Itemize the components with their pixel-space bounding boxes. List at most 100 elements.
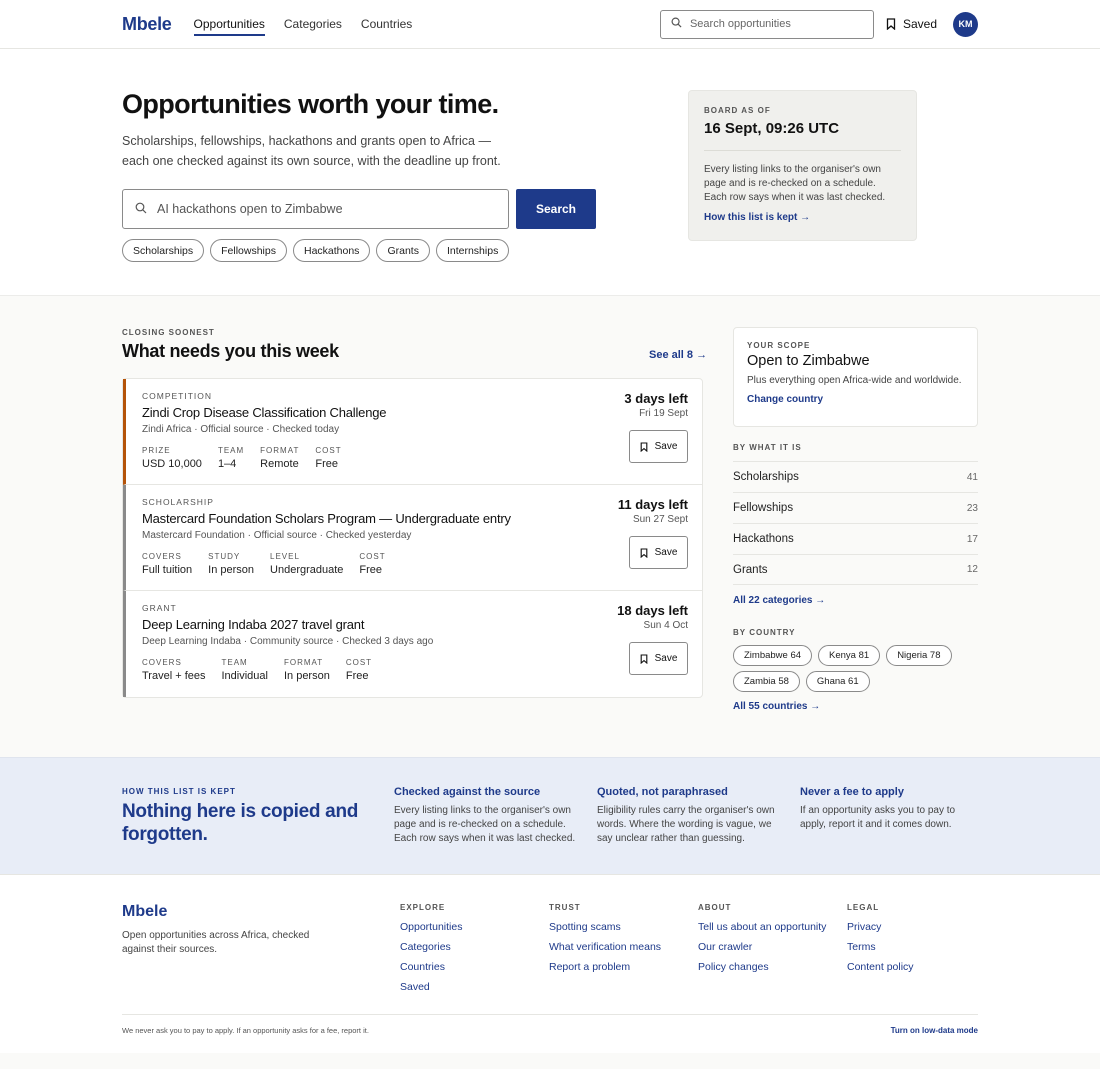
- hero-search-input[interactable]: AI hackathons open to Zimbabwe: [122, 189, 509, 229]
- chip-internships[interactable]: Internships: [435, 239, 510, 262]
- chip-country-zambia[interactable]: Zambia 58: [733, 671, 800, 692]
- card-type: GRANT: [142, 603, 177, 613]
- footer-link[interactable]: Saved: [400, 981, 462, 993]
- footer-desc: Open opportunities across Africa, checke…: [122, 930, 310, 955]
- opportunity-card[interactable]: COMPETITION Zindi Crop Disease Classific…: [123, 379, 702, 485]
- all-categories-link[interactable]: All 22 categories →: [733, 595, 825, 606]
- chip-country-ghana[interactable]: Ghana 61: [805, 671, 870, 692]
- opportunity-list: COMPETITION Zindi Crop Disease Classific…: [122, 378, 703, 698]
- footer-col-legal: LEGAL Privacy Terms Content policy: [847, 903, 914, 981]
- fact-key: COST: [315, 446, 342, 455]
- bookmark-icon: [640, 441, 647, 452]
- trust-column-title: Never a fee to apply: [800, 786, 904, 798]
- section-title: What needs you this week: [122, 341, 339, 361]
- card-title[interactable]: Zindi Crop Disease Classification Challe…: [142, 405, 387, 420]
- footer-col-heading: EXPLORE: [400, 903, 446, 912]
- footer-link[interactable]: Report a problem: [549, 961, 661, 973]
- footer-link[interactable]: Categories: [400, 941, 462, 953]
- card-meta: Zindi Africa · Official source · Checked…: [142, 424, 340, 435]
- fact-key: FORMAT: [260, 446, 300, 455]
- scope-desc: Plus everything open Africa-wide and wor…: [747, 375, 962, 386]
- board-text: Every listing links to the organiser's o…: [704, 164, 886, 203]
- footer-note: We never ask you to pay to apply. If an …: [122, 1026, 369, 1035]
- category-name: Fellowships: [733, 502, 794, 514]
- category-row[interactable]: Hackathons 17: [733, 523, 978, 554]
- opportunity-card[interactable]: GRANT Deep Learning Indaba 2027 travel g…: [123, 591, 702, 697]
- footer-link[interactable]: Tell us about an opportunity: [698, 921, 826, 933]
- footer-link[interactable]: Content policy: [847, 961, 914, 973]
- country-chips: Zimbabwe 64 Kenya 81 Nigeria 78 Zambia 5…: [733, 645, 978, 697]
- fact: COVERS Travel + fees: [142, 658, 205, 682]
- category-row[interactable]: Grants 12: [733, 554, 978, 585]
- fact: STUDY In person: [208, 552, 254, 576]
- nav-opportunities[interactable]: Opportunities: [193, 0, 266, 48]
- chip-fellowships[interactable]: Fellowships: [210, 239, 287, 262]
- category-chips: Scholarships Fellowships Hackathons Gran…: [122, 239, 515, 262]
- trust-column-desc: Eligibility rules carry the organiser's …: [597, 805, 775, 844]
- trust-column: Checked against the source Every listing…: [394, 786, 576, 846]
- chip-country-nigeria[interactable]: Nigeria 78: [886, 645, 952, 666]
- footer-link[interactable]: Countries: [400, 961, 462, 973]
- save-label: Save: [654, 547, 678, 558]
- fact-key: COST: [359, 552, 386, 561]
- card-type: SCHOLARSHIP: [142, 497, 214, 507]
- logo[interactable]: Mbele: [122, 14, 172, 35]
- fact-value: Remote: [260, 458, 299, 470]
- category-row[interactable]: Fellowships 23: [733, 492, 978, 523]
- avatar[interactable]: KM: [953, 11, 978, 37]
- fact-value: Full tuition: [142, 564, 193, 576]
- nav-countries[interactable]: Countries: [361, 0, 412, 48]
- footer-link[interactable]: Terms: [847, 941, 914, 953]
- header-search-input[interactable]: Search opportunities: [659, 9, 874, 39]
- footer-col-heading: LEGAL: [847, 903, 880, 912]
- opportunity-card[interactable]: SCHOLARSHIP Mastercard Foundation Schola…: [123, 485, 702, 591]
- fact-value: In person: [208, 564, 255, 576]
- chip-country-kenya[interactable]: Kenya 81: [818, 645, 881, 666]
- board-status-panel: BOARD AS OF 16 Sept, 09:26 UTC Every lis…: [688, 90, 917, 241]
- category-name: Hackathons: [733, 533, 794, 545]
- chip-country-zimbabwe[interactable]: Zimbabwe 64: [733, 645, 813, 666]
- footer-link[interactable]: Privacy: [847, 921, 914, 933]
- footer-link[interactable]: Policy changes: [698, 961, 826, 973]
- fact-key: LEVEL: [270, 552, 300, 561]
- bookmark-icon: [886, 18, 896, 30]
- chip-hackathons[interactable]: Hackathons: [292, 239, 371, 262]
- search-button[interactable]: Search: [516, 189, 596, 229]
- trust-column-desc: If an opportunity asks you to pay to app…: [800, 805, 956, 830]
- footer-col-about: ABOUT Tell us about an opportunity Our c…: [698, 903, 826, 981]
- fact: FORMAT Remote: [260, 446, 299, 470]
- category-row[interactable]: Scholarships 41: [733, 461, 978, 492]
- footer: Mbele Open opportunities across Africa, …: [0, 874, 1100, 1053]
- all-countries-link[interactable]: All 55 countries →: [733, 701, 820, 712]
- category-count: 12: [966, 564, 978, 575]
- chip-grants[interactable]: Grants: [376, 239, 430, 262]
- saved-button[interactable]: Saved: [886, 17, 937, 31]
- see-all-link[interactable]: See all 8 →: [649, 349, 707, 361]
- category-list: Scholarships 41 Fellowships 23 Hackathons 1…: [733, 461, 978, 585]
- fact-key: STUDY: [208, 552, 241, 561]
- footer-link[interactable]: What verification means: [549, 941, 661, 953]
- save-button[interactable]: Save: [629, 536, 688, 569]
- card-title[interactable]: Mastercard Foundation Scholars Program —…: [142, 511, 511, 526]
- footer-link[interactable]: Our crawler: [698, 941, 826, 953]
- change-country-link[interactable]: Change country: [747, 394, 964, 405]
- deadline-date: Sun 4 Oct: [643, 620, 688, 631]
- board-timestamp: 16 Sept, 09:26 UTC: [704, 120, 840, 137]
- divider: [704, 150, 901, 151]
- trust-column-desc: Every listing links to the organiser's o…: [394, 805, 576, 844]
- fact: COST Free: [359, 552, 385, 576]
- board-label: BOARD AS OF: [704, 106, 771, 115]
- fact-value: USD 10,000: [142, 458, 202, 470]
- nav-categories[interactable]: Categories: [284, 0, 342, 48]
- chip-scholarships[interactable]: Scholarships: [122, 239, 205, 262]
- footer-logo[interactable]: Mbele: [122, 903, 167, 921]
- save-button[interactable]: Save: [629, 430, 688, 463]
- save-button[interactable]: Save: [629, 642, 688, 675]
- footer-link[interactable]: Spotting scams: [549, 921, 661, 933]
- by-what-eyebrow: BY WHAT IT IS: [733, 443, 802, 452]
- footer-link[interactable]: Opportunities: [400, 921, 462, 933]
- card-title[interactable]: Deep Learning Indaba 2027 travel grant: [142, 617, 364, 632]
- low-data-mode-toggle[interactable]: Turn on low-data mode: [891, 1026, 978, 1035]
- how-list-kept-link[interactable]: How this list is kept →: [704, 212, 901, 223]
- days-left: 11 days left: [617, 497, 688, 512]
